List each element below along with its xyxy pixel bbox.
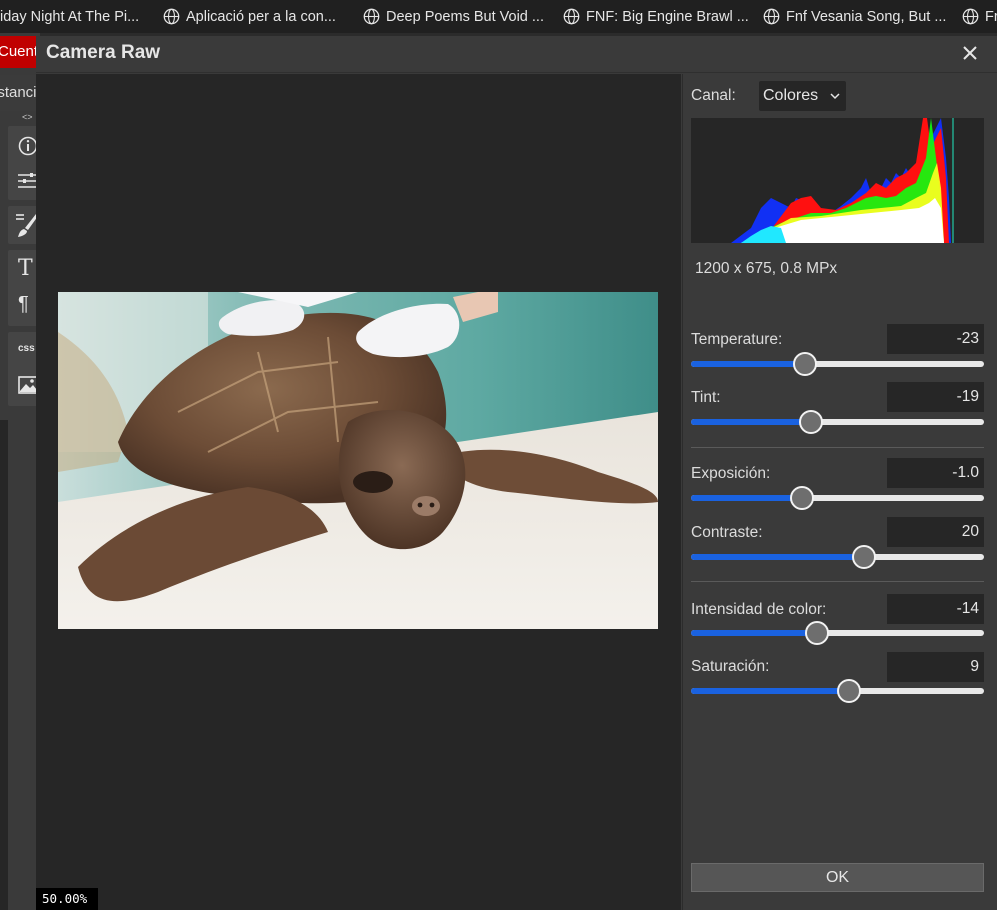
vibrance-slider[interactable]	[691, 621, 984, 645]
image-icon[interactable]	[18, 376, 38, 394]
globe-icon	[763, 8, 780, 25]
bookmarks-bar: iday Night At The Pi... Aplicació per a …	[0, 0, 997, 33]
brush-icon[interactable]	[16, 212, 38, 238]
exposure-slider[interactable]	[691, 486, 984, 510]
bookmark-label: FNF: Big Engine Brawl ...	[586, 8, 749, 25]
text-tool-icon[interactable]: T	[18, 258, 33, 280]
contrast-label: Contraste:	[691, 524, 763, 541]
globe-icon	[163, 8, 180, 25]
bookmark-item[interactable]: Fnf Vesania Song, But ...	[763, 0, 946, 33]
info-icon[interactable]	[18, 136, 38, 156]
slider-fill	[691, 361, 806, 367]
dialog-title: Camera Raw	[46, 42, 161, 63]
close-icon[interactable]	[959, 42, 981, 64]
bookmark-label: Aplicació per a la con...	[186, 8, 336, 25]
globe-icon	[363, 8, 380, 25]
saturation-slider[interactable]	[691, 679, 984, 703]
zoom-level: 50.00%	[36, 888, 98, 910]
adjustments-icon[interactable]	[18, 172, 38, 190]
globe-icon	[563, 8, 580, 25]
temperature-slider[interactable]	[691, 352, 984, 376]
slider-fill	[691, 630, 817, 636]
temperature-label: Temperature:	[691, 331, 783, 348]
background-app-row[interactable]: istancia	[0, 75, 40, 111]
saturation-value[interactable]: 9	[887, 652, 984, 682]
saturation-label: Saturación:	[691, 658, 770, 675]
exposure-label: Exposición:	[691, 465, 771, 482]
tint-value[interactable]: -19	[887, 382, 984, 412]
vibrance-value[interactable]: -14	[887, 594, 984, 624]
temperature-value[interactable]: -23	[887, 324, 984, 354]
bookmark-item[interactable]: FNF: Big Engine Brawl ...	[563, 0, 749, 33]
css-icon[interactable]: css	[18, 344, 35, 354]
contrast-value[interactable]: 20	[887, 517, 984, 547]
slider-thumb[interactable]	[804, 621, 829, 645]
bookmark-label: iday Night At The Pi...	[0, 8, 140, 25]
exposure-value[interactable]: -1.0	[887, 458, 984, 488]
image-info: 1200 x 675, 0.8 MPx	[695, 260, 838, 277]
background-row-label: istancia	[0, 84, 40, 101]
paragraph-icon[interactable]: ¶	[18, 294, 29, 314]
dialog-titlebar[interactable]: Camera Raw	[36, 36, 997, 73]
slider-fill	[691, 419, 812, 425]
tint-slider[interactable]	[691, 410, 984, 434]
bookmark-item[interactable]: Deep Poems But Void ...	[363, 0, 544, 33]
bookmark-item[interactable]: Fr	[962, 0, 997, 33]
bookmark-item[interactable]: Aplicació per a la con...	[163, 0, 336, 33]
bookmark-label: Deep Poems But Void ...	[386, 8, 544, 25]
channel-select-value: Colores	[763, 87, 819, 104]
slider-fill	[691, 688, 850, 694]
histogram	[691, 118, 984, 243]
slider-fill	[691, 495, 803, 501]
ok-button[interactable]: OK	[691, 863, 984, 892]
collapse-arrows[interactable]: <>	[22, 112, 33, 122]
bookmark-item[interactable]: iday Night At The Pi...	[0, 0, 139, 33]
background-scroll-strip	[0, 420, 8, 910]
background-tab-label: Cuenta	[0, 43, 40, 60]
slider-fill	[691, 554, 864, 560]
camera-raw-dialog: Camera Raw 50.00% Canal: Colores 1200 x …	[36, 36, 997, 910]
slider-thumb[interactable]	[799, 410, 824, 434]
image-canvas[interactable]: 50.00%	[36, 74, 681, 910]
divider	[691, 581, 984, 582]
slider-thumb[interactable]	[851, 545, 876, 569]
bookmark-label: Fr	[985, 8, 997, 25]
slider-thumb[interactable]	[790, 486, 815, 510]
tint-label: Tint:	[691, 389, 721, 406]
vibrance-label: Intensidad de color:	[691, 601, 827, 618]
channel-select[interactable]: Colores	[759, 81, 846, 111]
adjustments-panel: Canal: Colores 1200 x 675, 0.8 MPx Tempe…	[682, 74, 997, 910]
slider-thumb[interactable]	[793, 352, 818, 376]
background-app-tab[interactable]: Cuenta	[0, 36, 40, 68]
chevron-down-icon	[830, 93, 840, 100]
contrast-slider[interactable]	[691, 545, 984, 569]
slider-thumb[interactable]	[837, 679, 862, 703]
divider	[691, 447, 984, 448]
channel-label: Canal:	[691, 87, 736, 104]
bookmark-label: Fnf Vesania Song, But ...	[786, 8, 947, 25]
globe-icon	[962, 8, 979, 25]
turtle-photo	[58, 292, 658, 629]
